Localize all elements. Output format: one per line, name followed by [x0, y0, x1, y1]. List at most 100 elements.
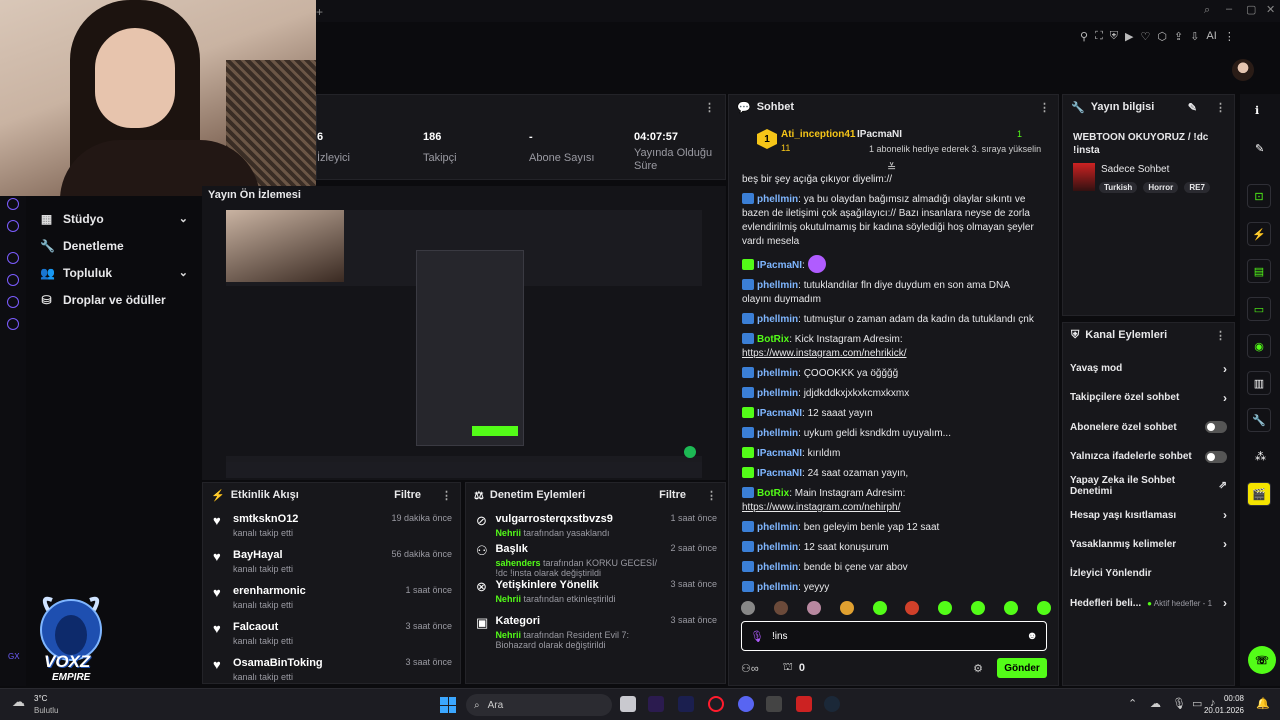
- tray-chevron-icon[interactable]: ⌃: [1128, 697, 1137, 710]
- close-icon[interactable]: ✕: [1266, 3, 1275, 16]
- maximize-icon[interactable]: ▢: [1246, 3, 1256, 16]
- streaming-app-icon[interactable]: [796, 696, 812, 712]
- emote-icon[interactable]: [773, 601, 788, 615]
- rail-home-icon[interactable]: [7, 198, 19, 210]
- chat-message[interactable]: phellmin: jdjdkddkxjxkxkcmxkxmx: [742, 387, 1041, 401]
- chat-username[interactable]: phellmin: [757, 388, 798, 399]
- search-icon[interactable]: ⌕: [1204, 4, 1210, 17]
- chat-username[interactable]: phellmin: [757, 562, 798, 573]
- sidebar-item-drops[interactable]: ⛁ Droplar ve ödüller: [30, 286, 198, 313]
- moderation-item[interactable]: ▣ Kategori Nehrii tarafından Resident Ev…: [466, 609, 725, 650]
- taskbar-search[interactable]: ⌕ Ara: [466, 694, 612, 716]
- notes-icon[interactable]: ▤: [1247, 259, 1271, 283]
- chat-message[interactable]: phellmin: tutmuştur o zaman adam da kadı…: [742, 313, 1041, 327]
- pencil-icon[interactable]: ✎: [1255, 142, 1264, 155]
- moderation-item[interactable]: ⚇ Başlık sahenders tarafından KORKU GECE…: [466, 537, 725, 578]
- chat-username[interactable]: IPacmaNI: [757, 448, 802, 459]
- chat-message[interactable]: IPacmaNI:: [742, 255, 1041, 273]
- emote-icon[interactable]: [1004, 601, 1018, 615]
- emoji-icon[interactable]: ☻: [1026, 630, 1038, 642]
- steam-icon[interactable]: [824, 696, 840, 712]
- bolt-icon[interactable]: ⚡: [1247, 222, 1271, 246]
- menu-icon[interactable]: ⋮: [1039, 101, 1050, 114]
- support-icon[interactable]: ☏: [1248, 646, 1276, 674]
- toggle-switch[interactable]: [1205, 421, 1227, 434]
- stats-menu-icon[interactable]: ⋮: [704, 101, 715, 114]
- activity-item[interactable]: ♥ BayHayal kanalı takip etti 56 dakika ö…: [203, 543, 460, 579]
- group-icon[interactable]: ⁂: [1255, 450, 1266, 463]
- tag[interactable]: Turkish: [1099, 182, 1138, 193]
- chat-username[interactable]: phellmin: [757, 280, 798, 291]
- chat-username[interactable]: phellmin: [757, 194, 798, 205]
- emote-icon[interactable]: [971, 601, 986, 615]
- chat-message[interactable]: phellmin: ben geleyim benle yap 12 saat: [742, 521, 1041, 535]
- info-icon[interactable]: ℹ: [1255, 104, 1259, 117]
- pinned-gift-banner[interactable]: 1 Ati_inception41 11 IPacmaNI 1 1 abonel…: [739, 125, 1049, 159]
- chat-username[interactable]: IPacmaNI: [757, 468, 802, 479]
- chat-username[interactable]: BotRix: [757, 334, 789, 345]
- cube-icon[interactable]: ⬡: [1157, 30, 1167, 48]
- rail-discord-icon[interactable]: [7, 220, 19, 232]
- chat-message[interactable]: BotRix: Main Instagram Adresim: https://w…: [742, 487, 1041, 515]
- sidebar-item-moderation[interactable]: 🔧 Denetleme: [30, 232, 198, 259]
- rail-settings-icon[interactable]: [7, 318, 19, 330]
- chat-message[interactable]: phellmin: bende bi çene var abov: [742, 561, 1041, 575]
- after-effects-icon[interactable]: [648, 696, 664, 712]
- new-tab-icon[interactable]: +: [316, 5, 323, 19]
- menu-icon[interactable]: ⋮: [706, 489, 717, 502]
- chat-username[interactable]: IPacmaNI: [757, 408, 802, 419]
- rail-target-icon[interactable]: [7, 252, 19, 264]
- chat-settings-icon[interactable]: ⚙: [973, 662, 983, 675]
- emote-icon[interactable]: [839, 601, 854, 615]
- chat-message[interactable]: phellmin: tutuklandılar fln diye duydum …: [742, 279, 1041, 307]
- notification-icon[interactable]: 🔔: [1256, 697, 1270, 710]
- windows-start-icon[interactable]: [440, 697, 456, 713]
- channel-action-item[interactable]: Takipçilere özel sohbet ›: [1063, 383, 1234, 412]
- chat-message[interactable]: phellmin: 12 saat konuşurum: [742, 541, 1041, 555]
- sidebar-item-studio[interactable]: ▦ Stüdyo ⌄: [30, 205, 198, 232]
- menu-icon[interactable]: ⋮: [441, 489, 452, 502]
- premiere-icon[interactable]: [678, 696, 694, 712]
- channel-action-item[interactable]: Abonelere özel sohbet: [1063, 413, 1234, 442]
- chat-username[interactable]: IPacmaNI: [757, 260, 802, 271]
- discord-icon[interactable]: [738, 696, 754, 712]
- menu-icon[interactable]: ⋮: [1215, 101, 1226, 114]
- activity-item[interactable]: ♥ erenharmonic kanalı takip etti 1 saat …: [203, 579, 460, 615]
- preview-video[interactable]: [226, 210, 702, 478]
- share-icon[interactable]: ⇪: [1174, 30, 1183, 48]
- mic-icon[interactable]: 🎙: [750, 630, 764, 643]
- pin-icon[interactable]: ⚲: [1080, 30, 1088, 48]
- channel-action-item[interactable]: İzleyici Yönlendir: [1063, 559, 1234, 588]
- avatar[interactable]: [1232, 59, 1254, 81]
- emote-icon[interactable]: [905, 601, 920, 615]
- opera-gx-icon[interactable]: [708, 696, 724, 712]
- channel-action-item[interactable]: Yapay Zeka ile Sohbet Denetimi ⇗: [1063, 471, 1234, 500]
- tag[interactable]: Horror: [1143, 182, 1179, 193]
- mic-icon[interactable]: 🎙: [1172, 697, 1186, 710]
- gift-icon[interactable]: ⛫: [783, 661, 793, 675]
- channel-action-item[interactable]: Yasaklanmış kelimeler ›: [1063, 530, 1234, 559]
- clapper-icon[interactable]: 🎬: [1247, 482, 1271, 506]
- chat-bubble-icon[interactable]: ▭: [1247, 297, 1271, 321]
- minimize-icon[interactable]: –: [1226, 3, 1232, 15]
- chat-message[interactable]: IPacmaNI: 24 saat ozaman yayın,: [742, 467, 1041, 481]
- chat-username[interactable]: phellmin: [757, 522, 798, 533]
- chat-message[interactable]: phellmin: uykum geldi ksndkdm uyuyalım..…: [742, 427, 1041, 441]
- activity-item[interactable]: ♥ smtksknO12 kanalı takip etti 19 dakika…: [203, 507, 460, 543]
- channel-action-item[interactable]: Hedefleri beli... ● Aktif hedefler - 1 ›: [1063, 588, 1234, 617]
- download-icon[interactable]: ⇩: [1190, 30, 1199, 48]
- emote-icon[interactable]: [872, 601, 887, 615]
- chat-link[interactable]: https://www.instagram.com/nehrikick/: [742, 348, 907, 359]
- emote-icon[interactable]: [938, 601, 953, 615]
- toggle-switch[interactable]: [1205, 450, 1227, 463]
- broadcast-icon[interactable]: ◉: [1247, 334, 1271, 358]
- chat-message[interactable]: phellmin: ya bu olaydan bağımsız almadığ…: [742, 193, 1041, 249]
- tools-icon[interactable]: 🔧: [1247, 408, 1271, 432]
- chat-message[interactable]: IPacmaNI: 12 saaat yayın: [742, 407, 1041, 421]
- play-icon[interactable]: ▶: [1125, 30, 1133, 48]
- heart-icon[interactable]: ♡: [1140, 30, 1150, 48]
- tray-cloud-icon[interactable]: ☁: [1150, 697, 1161, 710]
- rail-people-icon[interactable]: [7, 296, 19, 308]
- channel-action-item[interactable]: Hesap yaşı kısıtlaması ›: [1063, 500, 1234, 529]
- crop-icon[interactable]: ⛶: [1095, 30, 1103, 48]
